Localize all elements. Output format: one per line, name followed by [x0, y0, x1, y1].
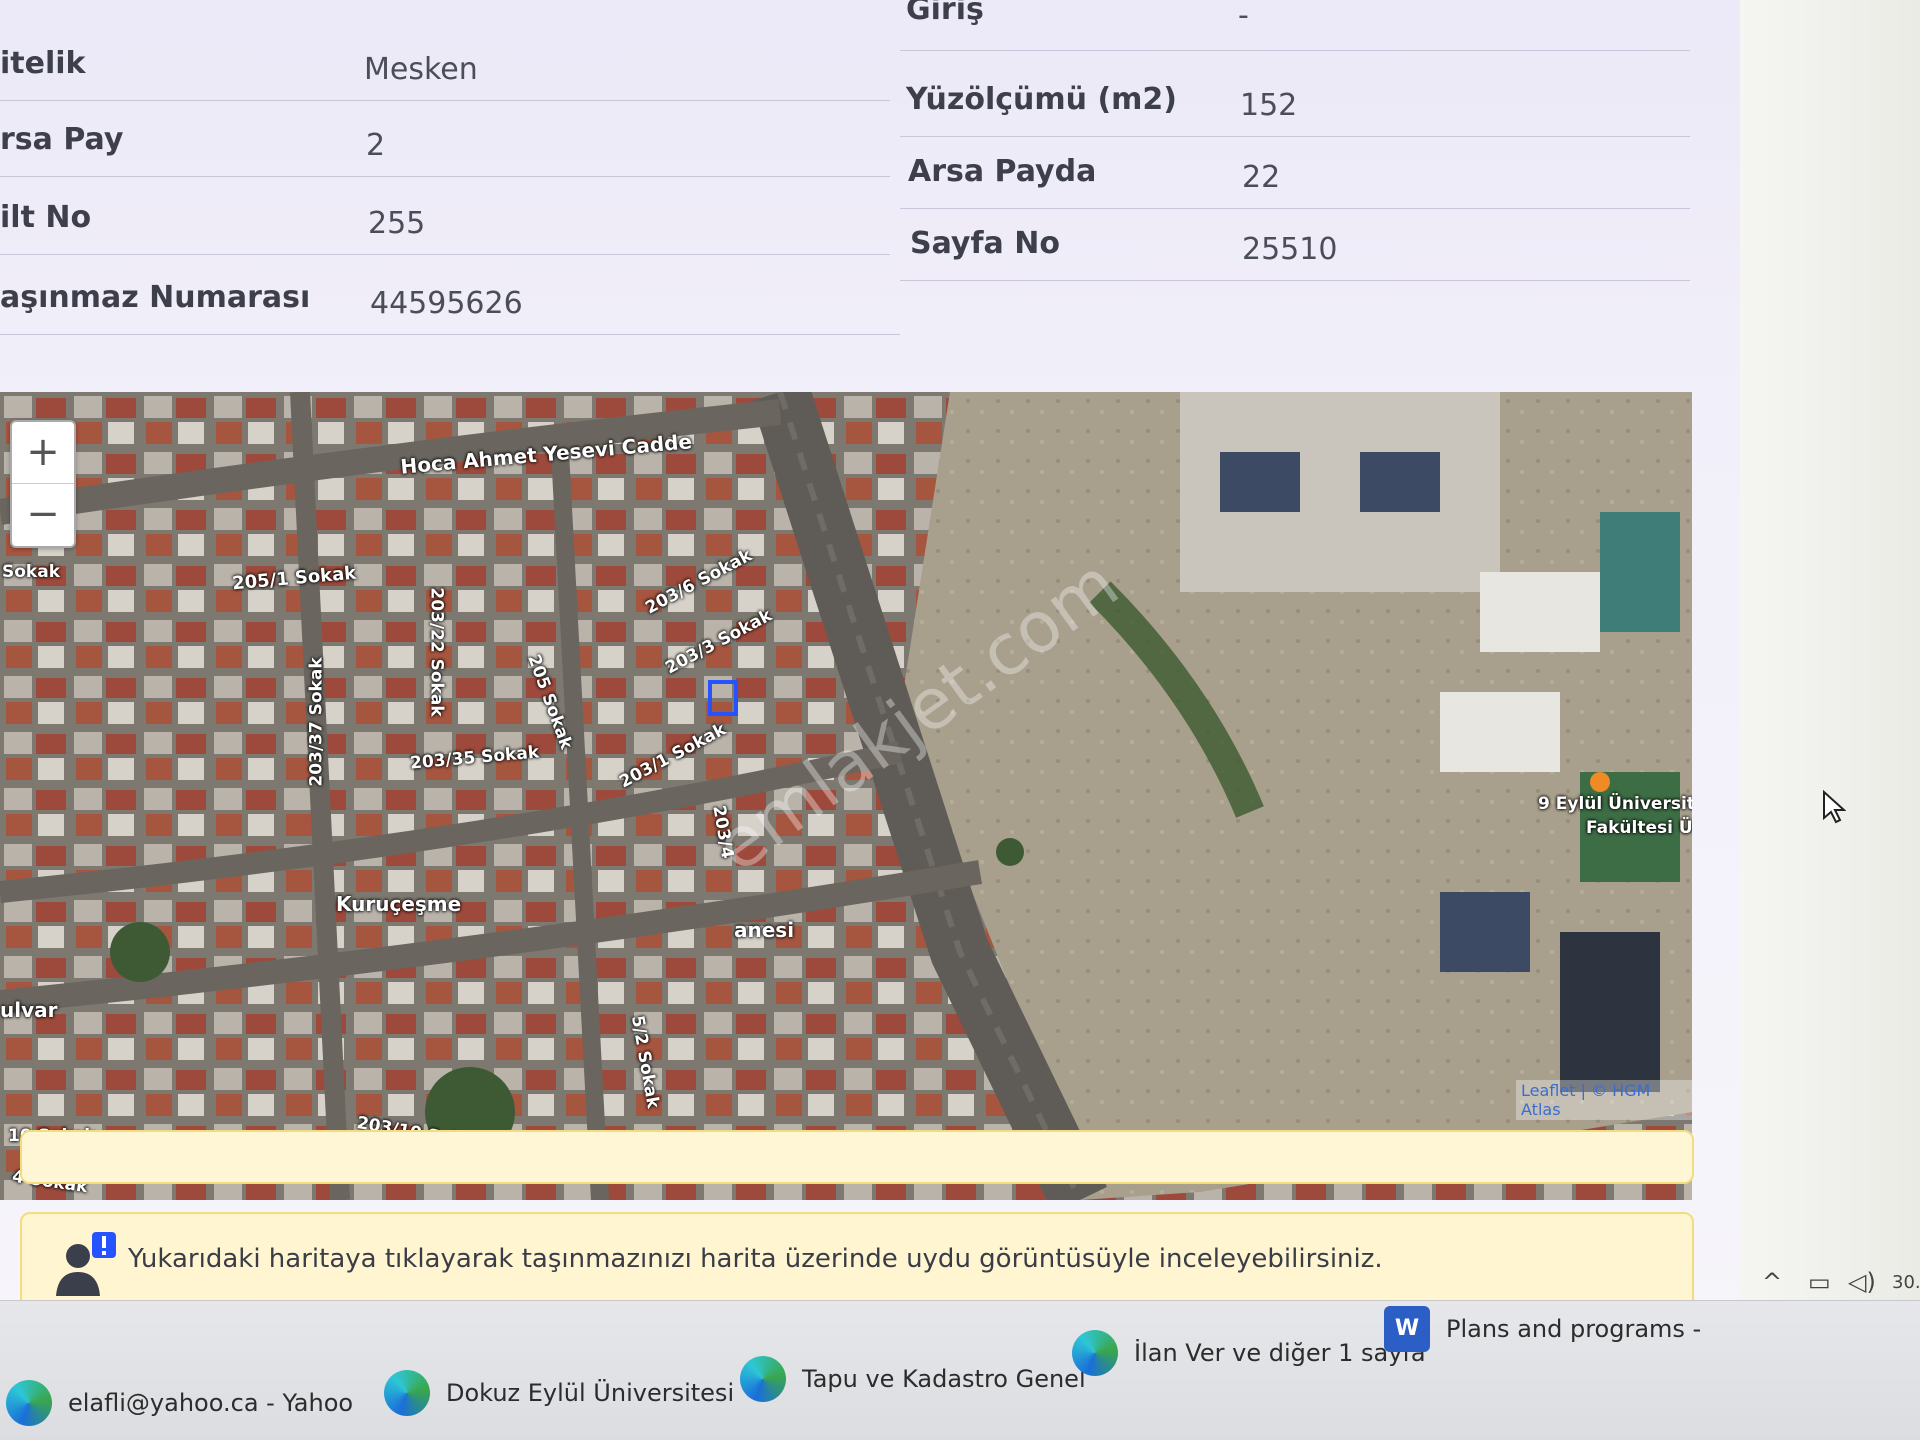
- edge-icon: [384, 1370, 430, 1416]
- taskbar-item[interactable]: elafli@yahoo.ca - Yahoo: [6, 1380, 353, 1426]
- detail-label: aşınmaz Numarası: [0, 280, 311, 315]
- street-label: 203/37 Sokak: [306, 657, 327, 787]
- detail-label: rsa Pay: [0, 122, 124, 157]
- taskbar-item-label: elafli@yahoo.ca - Yahoo: [68, 1389, 354, 1417]
- edge-icon: [1072, 1330, 1118, 1376]
- taskbar-item-label: İlan Ver ve diğer 1 sayfa: [1134, 1339, 1426, 1367]
- map-attribution[interactable]: Leaflet | © HGM Atlas: [1516, 1080, 1692, 1120]
- taskbar-item[interactable]: Tapu ve Kadastro Genel: [740, 1356, 1086, 1402]
- taskbar-item-label: Tapu ve Kadastro Genel: [802, 1365, 1086, 1393]
- detail-label: itelik: [0, 46, 86, 81]
- edge-icon: [6, 1380, 52, 1426]
- zoom-in-button[interactable]: +: [12, 422, 74, 483]
- street-label: Sokak: [2, 562, 61, 582]
- detail-row-giris: Giriş -: [900, 0, 1690, 51]
- detail-row: itelik Mesken: [0, 30, 890, 101]
- parcel-marker[interactable]: [708, 680, 738, 716]
- street-label: anesi: [734, 918, 795, 942]
- tray-chevron-icon[interactable]: ^: [1762, 1268, 1782, 1296]
- detail-label: ilt No: [0, 200, 92, 235]
- taskbar-item-label: Plans and programs -: [1446, 1315, 1702, 1343]
- detail-value: -: [1238, 0, 1249, 33]
- detail-value: 44595626: [370, 286, 523, 321]
- taskbar-item-label: Dokuz Eylül Üniversitesi: [446, 1379, 735, 1407]
- page: Giriş - itelik Mesken rsa Pay 2 ilt No 2…: [0, 0, 1740, 1340]
- word-icon: W: [1384, 1306, 1430, 1352]
- taskbar-item[interactable]: Dokuz Eylül Üniversitesi: [384, 1370, 734, 1416]
- street-label: Fakültesi Ün: [1586, 818, 1692, 838]
- taskbar-item[interactable]: İlan Ver ve diğer 1 sayfa: [1072, 1330, 1426, 1376]
- tray-clock[interactable]: 30.: [1892, 1272, 1920, 1293]
- detail-label: Arsa Payda: [908, 154, 1097, 189]
- detail-row: rsa Pay 2: [0, 106, 890, 177]
- volume-icon[interactable]: ◁): [1848, 1268, 1876, 1296]
- satellite-map[interactable]: Hoca Ahmet Yesevi Cadde 205/1 Sokak 203/…: [0, 392, 1692, 1200]
- mouse-cursor-icon: [1823, 790, 1846, 824]
- detail-value: 255: [368, 206, 426, 241]
- taskbar-item[interactable]: W Plans and programs -: [1384, 1306, 1701, 1352]
- detail-label: Sayfa No: [910, 226, 1060, 261]
- street-label: Kuruçeşme: [336, 892, 462, 916]
- street-label: 9 Eylül Üniversite: [1538, 794, 1692, 814]
- detail-row: Arsa Payda 22: [900, 138, 1690, 209]
- zoom-control: + −: [10, 420, 76, 548]
- detail-label: Giriş: [906, 0, 984, 27]
- detail-value: Mesken: [364, 52, 478, 87]
- screen: Giriş - itelik Mesken rsa Pay 2 ilt No 2…: [0, 0, 1920, 1440]
- detail-value: 2: [366, 128, 386, 163]
- street-label: 203/22 Sokak: [426, 587, 447, 717]
- zoom-out-button[interactable]: −: [12, 484, 74, 545]
- background-area: [1740, 0, 1920, 1300]
- detail-row: ilt No 255: [0, 184, 890, 255]
- detail-value: 152: [1240, 88, 1298, 123]
- info-person-icon: [56, 1232, 116, 1296]
- detail-row: aşınmaz Numarası 44595626: [0, 264, 900, 335]
- edge-icon: [740, 1356, 786, 1402]
- empty-banner: [20, 1130, 1694, 1184]
- street-label: ulvar: [0, 998, 58, 1022]
- info-banner-text: Yukarıdaki haritaya tıklayarak taşınmazı…: [128, 1244, 1383, 1274]
- detail-row: Sayfa No 25510: [900, 210, 1690, 281]
- detail-label: Yüzölçümü (m2): [906, 82, 1178, 117]
- detail-row: Yüzölçümü (m2) 152: [900, 66, 1690, 137]
- detail-value: 25510: [1242, 232, 1338, 267]
- network-icon[interactable]: ▭: [1808, 1268, 1831, 1296]
- detail-value: 22: [1242, 160, 1281, 195]
